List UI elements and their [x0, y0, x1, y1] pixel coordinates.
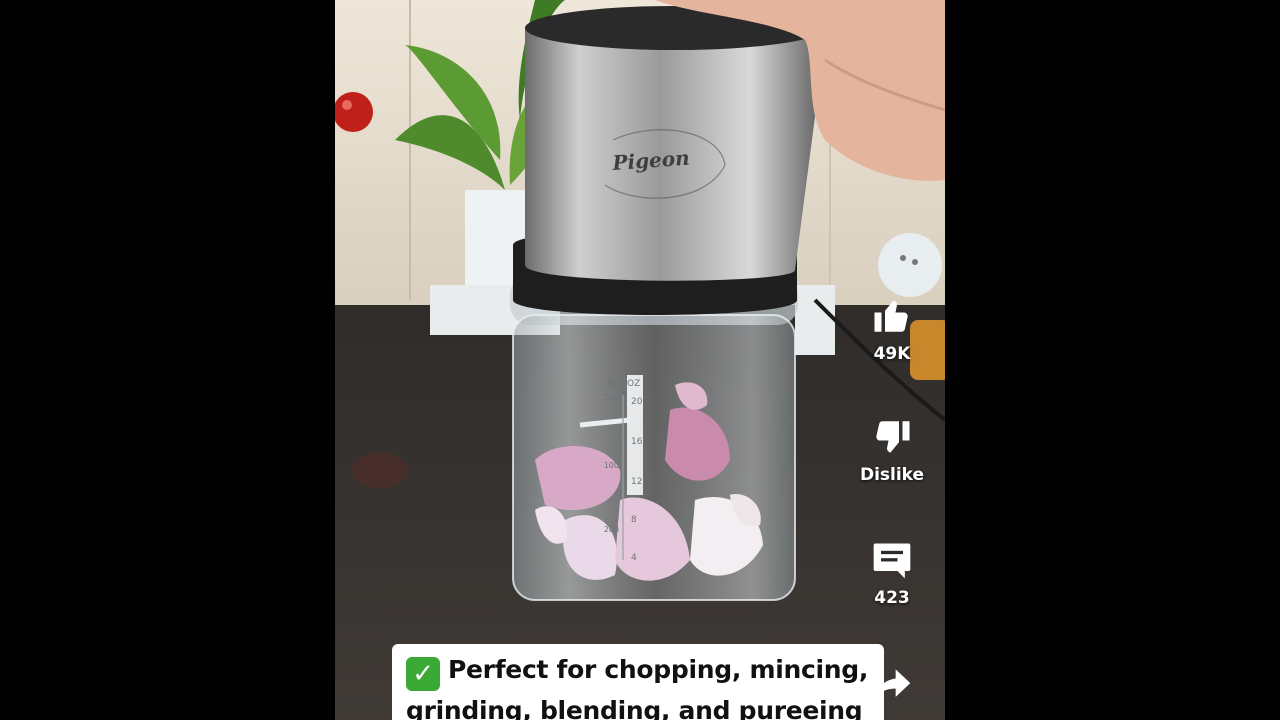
check-mark-icon: ✓ — [406, 657, 440, 691]
comment-icon[interactable] — [870, 538, 914, 582]
scale-oz-tick: 8 — [631, 515, 637, 525]
caption-text-1: Perfect for chopping, mincing, — [448, 655, 869, 684]
thumbs-down-icon[interactable] — [870, 415, 914, 459]
scale-oz-tick: 20 — [631, 397, 643, 407]
scale-ml-tick: 100 — [604, 461, 619, 470]
dislike-action[interactable]: Dislike — [842, 415, 942, 485]
like-count: 49K — [873, 344, 911, 364]
caption-line-1: ✓ Perfect for chopping, mincing, — [406, 650, 872, 691]
scale-oz-unit: OZ — [627, 379, 640, 389]
shorts-player: ML OZ 20 16 12 8 4 200 100 200 Pigeon 49… — [0, 0, 1280, 720]
caption-line-2: grinding, blending, and pureeing — [406, 696, 863, 720]
scale-oz-tick: 4 — [631, 553, 637, 563]
scale-ml-tick: 200 — [604, 393, 619, 402]
video-caption: ✓ Perfect for chopping, mincing, grinding… — [392, 644, 884, 720]
scale-oz-tick: 16 — [631, 437, 643, 447]
scale-ml-unit: ML — [607, 379, 620, 389]
comment-count: 423 — [874, 588, 910, 608]
like-action[interactable]: 49K — [842, 294, 942, 364]
scale-ml-tick: 200 — [604, 525, 619, 534]
dislike-label: Dislike — [859, 465, 925, 485]
scale-oz-tick: 12 — [631, 477, 642, 487]
comments-action[interactable]: 423 — [842, 538, 942, 608]
thumbs-up-icon[interactable] — [870, 294, 914, 338]
